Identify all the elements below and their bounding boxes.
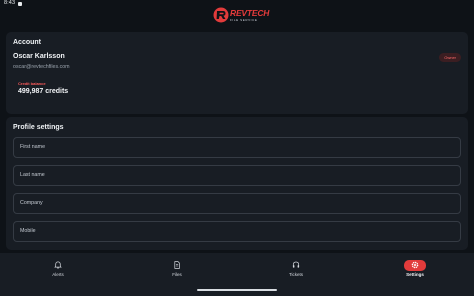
bell-icon: [49, 260, 67, 270]
nav-settings[interactable]: Settings: [385, 258, 445, 288]
logo-tagline: FILE SERVICE: [230, 18, 258, 22]
notification-icon: [18, 2, 22, 6]
mobile-label: Mobile: [20, 228, 36, 234]
settings-icon: [404, 260, 426, 271]
company-field[interactable]: Company: [13, 193, 461, 214]
nav-tickets-label: Tickets: [288, 272, 304, 277]
first-name-field[interactable]: First name: [13, 137, 461, 158]
nav-alerts-label: Alerts: [52, 272, 64, 277]
nav-alerts[interactable]: Alerts: [28, 258, 88, 288]
logo-mark-icon: [213, 7, 229, 23]
account-email: oscar@revtechfiles.com: [13, 64, 70, 70]
nav-files-label: Files: [172, 272, 182, 277]
nav-files[interactable]: Files: [147, 258, 207, 288]
file-icon: [168, 260, 186, 270]
role-badge: Owner: [439, 53, 461, 62]
nav-settings-label: Settings: [406, 272, 424, 277]
company-label: Company: [20, 200, 43, 206]
first-name-label: First name: [20, 144, 46, 150]
account-name: Oscar Karlsson: [13, 53, 65, 60]
profile-title: Profile settings: [13, 124, 64, 131]
account-card: Account Oscar Karlsson oscar@revtechfile…: [6, 32, 468, 114]
status-time: 8:43: [4, 0, 16, 6]
headset-icon: [287, 260, 305, 270]
last-name-field[interactable]: Last name: [13, 165, 461, 186]
app-logo: REVTECH FILE SERVICE: [213, 6, 269, 24]
logo-brand: REVTECH: [230, 8, 270, 18]
home-indicator[interactable]: [197, 289, 277, 291]
nav-tickets[interactable]: Tickets: [266, 258, 326, 288]
settings-screen: 8:43 REVTECH FILE SERVICE Account Oscar …: [0, 0, 474, 296]
account-title: Account: [13, 39, 41, 46]
credit-balance: Credit balance 499,987 credits: [13, 79, 93, 97]
last-name-label: Last name: [20, 172, 45, 178]
credit-label: Credit balance: [18, 81, 46, 86]
mobile-field[interactable]: Mobile: [13, 221, 461, 242]
credit-value: 499,987 credits: [18, 88, 69, 95]
profile-settings-card: Profile settings First name Last name Co…: [6, 117, 468, 250]
